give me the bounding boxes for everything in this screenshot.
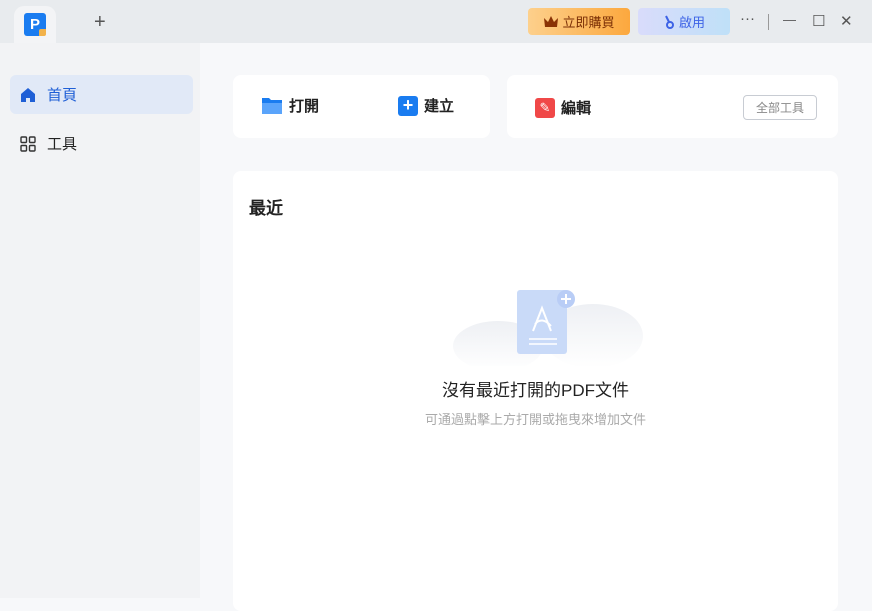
sidebar-item-label: 工具 [47,133,77,154]
buy-now-button[interactable]: 立即購買 [528,8,630,35]
home-tab[interactable]: P [14,6,56,43]
plus-icon: + [398,96,418,116]
buy-label: 立即購買 [562,12,614,31]
edit-label: 編輯 [561,97,591,118]
edit-card: ✎ 編輯 全部工具 [507,75,838,138]
recent-title: 最近 [249,194,283,219]
divider [768,14,769,30]
open-button[interactable]: 打開 [261,95,319,116]
open-label: 打開 [289,95,319,116]
maximize-button[interactable]: ☐ [812,12,825,30]
key-icon [663,15,675,29]
sidebar-item-home[interactable]: 首頁 [10,75,193,114]
minimize-button[interactable]: — [783,12,796,27]
close-button[interactable]: ✕ [840,12,853,30]
activate-button[interactable]: 啟用 [638,8,730,35]
all-tools-button[interactable]: 全部工具 [743,95,817,120]
empty-state-subtitle: 可通過點擊上方打開或拖曳來增加文件 [233,409,838,428]
sidebar-item-tools[interactable]: 工具 [10,124,193,163]
create-button[interactable]: + 建立 [398,95,454,116]
grid-icon [20,136,36,152]
create-label: 建立 [424,95,454,116]
crown-icon [543,15,559,28]
title-bar: P + 立即購買 啟用 ··· — ☐ ✕ [0,0,872,43]
recent-card: 最近 沒有最近打開的PDF文件 可通過點擊上方打開或拖曳來增加文件 [233,171,838,611]
empty-pdf-illustration-icon [453,286,643,366]
app-logo-icon: P [24,13,46,36]
pencil-icon: ✎ [535,98,555,118]
quick-actions-card: 打開 + 建立 [233,75,490,138]
sidebar-item-label: 首頁 [47,84,77,105]
new-tab-button[interactable]: + [94,11,106,34]
empty-state-title: 沒有最近打開的PDF文件 [233,376,838,401]
folder-icon [261,96,283,116]
more-menu-button[interactable]: ··· [740,10,755,27]
activate-label: 啟用 [679,12,705,31]
home-icon [20,87,36,103]
edit-button[interactable]: ✎ 編輯 [535,97,591,118]
sidebar: 首頁 工具 [0,43,200,598]
